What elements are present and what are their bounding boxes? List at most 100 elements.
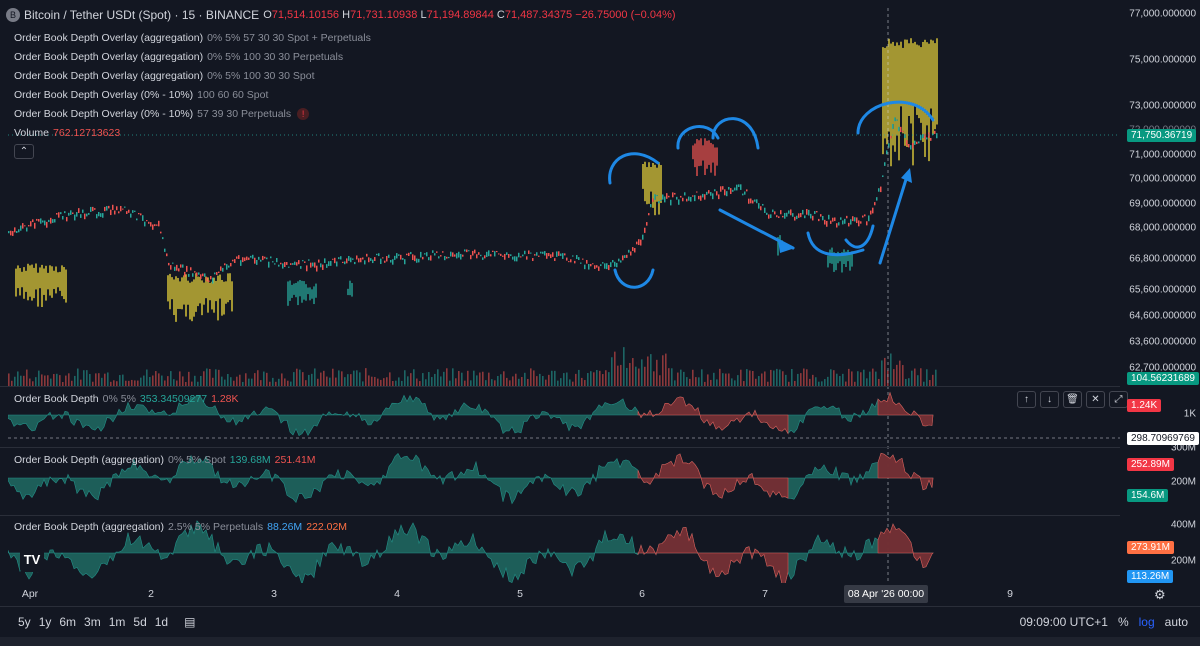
volume-bar bbox=[437, 369, 439, 386]
price-candle bbox=[640, 239, 642, 246]
legend-volume[interactable]: Volume 762.12713623 bbox=[14, 127, 120, 139]
log-scale-button[interactable]: log bbox=[1139, 615, 1155, 629]
volume-bar bbox=[662, 355, 664, 386]
price-candle bbox=[732, 189, 734, 192]
volume-bar bbox=[182, 376, 184, 386]
move-up-icon[interactable]: ↑ bbox=[1017, 391, 1036, 408]
price-candle bbox=[416, 258, 418, 263]
price-candle bbox=[780, 210, 782, 215]
price-candle bbox=[466, 249, 468, 253]
bottom-right-controls: 09:09:00 UTC+1 % log auto bbox=[1020, 615, 1188, 629]
range-3m-button[interactable]: 3m bbox=[84, 615, 101, 629]
price-candle bbox=[264, 256, 266, 259]
range-1m-button[interactable]: 1m bbox=[109, 615, 126, 629]
price-candle bbox=[650, 204, 652, 208]
volume-bar bbox=[281, 373, 283, 386]
pane2-legend[interactable]: Order Book Depth (aggregation) 0% 5% Spot… bbox=[14, 454, 316, 466]
price-candle bbox=[442, 251, 444, 253]
price-candle bbox=[272, 261, 274, 263]
range-6m-button[interactable]: 6m bbox=[59, 615, 76, 629]
price-candle bbox=[796, 215, 798, 220]
volume-bar bbox=[266, 372, 268, 386]
volume-bar bbox=[167, 376, 169, 386]
volume-bar bbox=[14, 376, 16, 386]
percent-scale-button[interactable]: % bbox=[1118, 615, 1129, 629]
volume-bar bbox=[842, 373, 844, 386]
price-candle bbox=[162, 237, 164, 240]
price-candle bbox=[146, 220, 148, 222]
chart-root[interactable]: B Bitcoin / Tether USDt (Spot) · 15 · BI… bbox=[0, 0, 1200, 646]
volume-bar bbox=[533, 370, 535, 386]
price-candle bbox=[734, 187, 736, 191]
price-candle bbox=[490, 254, 492, 257]
price-candle bbox=[588, 263, 590, 270]
volume-bar bbox=[761, 373, 763, 386]
price-candle bbox=[754, 199, 756, 202]
price-candle bbox=[58, 212, 60, 218]
volume-bar bbox=[836, 373, 838, 386]
collapse-pane-icon[interactable]: ✕ bbox=[1086, 391, 1105, 408]
pane1-legend[interactable]: Order Book Depth 0% 5% 353.34509277 1.28K bbox=[14, 393, 239, 405]
error-icon[interactable]: ! bbox=[297, 108, 310, 120]
volume-bar bbox=[491, 379, 493, 386]
volume-bar bbox=[518, 378, 520, 386]
legend-overlay-5[interactable]: Order Book Depth Overlay (0% - 10%) 57 39… bbox=[14, 108, 310, 120]
collapse-legend-button[interactable]: ⌃ bbox=[14, 144, 34, 159]
price-candle bbox=[920, 135, 922, 141]
price-candle bbox=[716, 191, 718, 196]
price-candle bbox=[874, 202, 876, 206]
time-axis[interactable]: Apr 2 3 4 5 6 7 9 bbox=[0, 583, 1120, 605]
legend-overlay-1[interactable]: Order Book Depth Overlay (aggregation) 0%… bbox=[14, 32, 371, 44]
price-candle bbox=[292, 263, 294, 265]
volume-bar bbox=[500, 374, 502, 386]
volume-bar bbox=[887, 370, 889, 386]
price-candle bbox=[752, 200, 754, 204]
price-candle bbox=[118, 211, 120, 214]
volume-bar bbox=[917, 375, 919, 386]
price-candle bbox=[632, 247, 634, 251]
price-candle bbox=[674, 192, 676, 195]
price-candle bbox=[694, 195, 696, 202]
volume-bar bbox=[299, 369, 301, 386]
volume-bar bbox=[221, 376, 223, 386]
volume-bar bbox=[206, 368, 208, 386]
tradingview-logo[interactable]: TV bbox=[20, 548, 44, 572]
volume-bar bbox=[452, 368, 454, 386]
range-5y-button[interactable]: 5y bbox=[18, 615, 31, 629]
price-candle bbox=[878, 188, 880, 192]
price-candle bbox=[420, 251, 422, 258]
range-1y-button[interactable]: 1y bbox=[39, 615, 52, 629]
clock[interactable]: 09:09:00 UTC+1 bbox=[1020, 615, 1108, 629]
price-candle bbox=[556, 251, 558, 257]
price-candle bbox=[512, 256, 514, 260]
price-candle bbox=[230, 263, 232, 267]
price-candle bbox=[788, 210, 790, 214]
delete-icon[interactable]: 🗑 bbox=[1063, 391, 1082, 408]
symbol-title[interactable]: Bitcoin / Tether USDt (Spot) · 15 · BINA… bbox=[24, 8, 259, 22]
volume-bar bbox=[638, 368, 640, 386]
price-candle bbox=[254, 257, 256, 264]
settings-icon[interactable]: ⚙ bbox=[1154, 587, 1166, 603]
range-5d-button[interactable]: 5d bbox=[133, 615, 146, 629]
price-candle bbox=[358, 258, 360, 263]
legend-overlay-4[interactable]: Order Book Depth Overlay (0% - 10%) 100 6… bbox=[14, 89, 268, 101]
pane3-legend[interactable]: Order Book Depth (aggregation) 2.5% 5% Pe… bbox=[14, 521, 347, 533]
move-down-icon[interactable]: ↓ bbox=[1040, 391, 1059, 408]
volume-bar bbox=[875, 371, 877, 386]
price-candle bbox=[820, 214, 822, 217]
price-candle bbox=[434, 253, 436, 256]
auto-scale-button[interactable]: auto bbox=[1165, 615, 1188, 629]
date-range-icon[interactable]: ▤ bbox=[184, 615, 195, 629]
price-candle bbox=[88, 212, 90, 215]
price-candle bbox=[56, 213, 58, 215]
volume-bar bbox=[815, 377, 817, 386]
ohlc-values: O71,514.10156 H71,731.10938 L71,194.8984… bbox=[263, 9, 676, 21]
volume-bar bbox=[608, 372, 610, 386]
price-candle bbox=[36, 218, 38, 221]
price-candle bbox=[120, 205, 122, 212]
legend-overlay-2[interactable]: Order Book Depth Overlay (aggregation) 0%… bbox=[14, 51, 343, 63]
legend-overlay-3[interactable]: Order Book Depth Overlay (aggregation) 0%… bbox=[14, 70, 315, 82]
range-1d-button[interactable]: 1d bbox=[155, 615, 168, 629]
price-candle bbox=[152, 224, 154, 230]
volume-bar bbox=[773, 370, 775, 386]
